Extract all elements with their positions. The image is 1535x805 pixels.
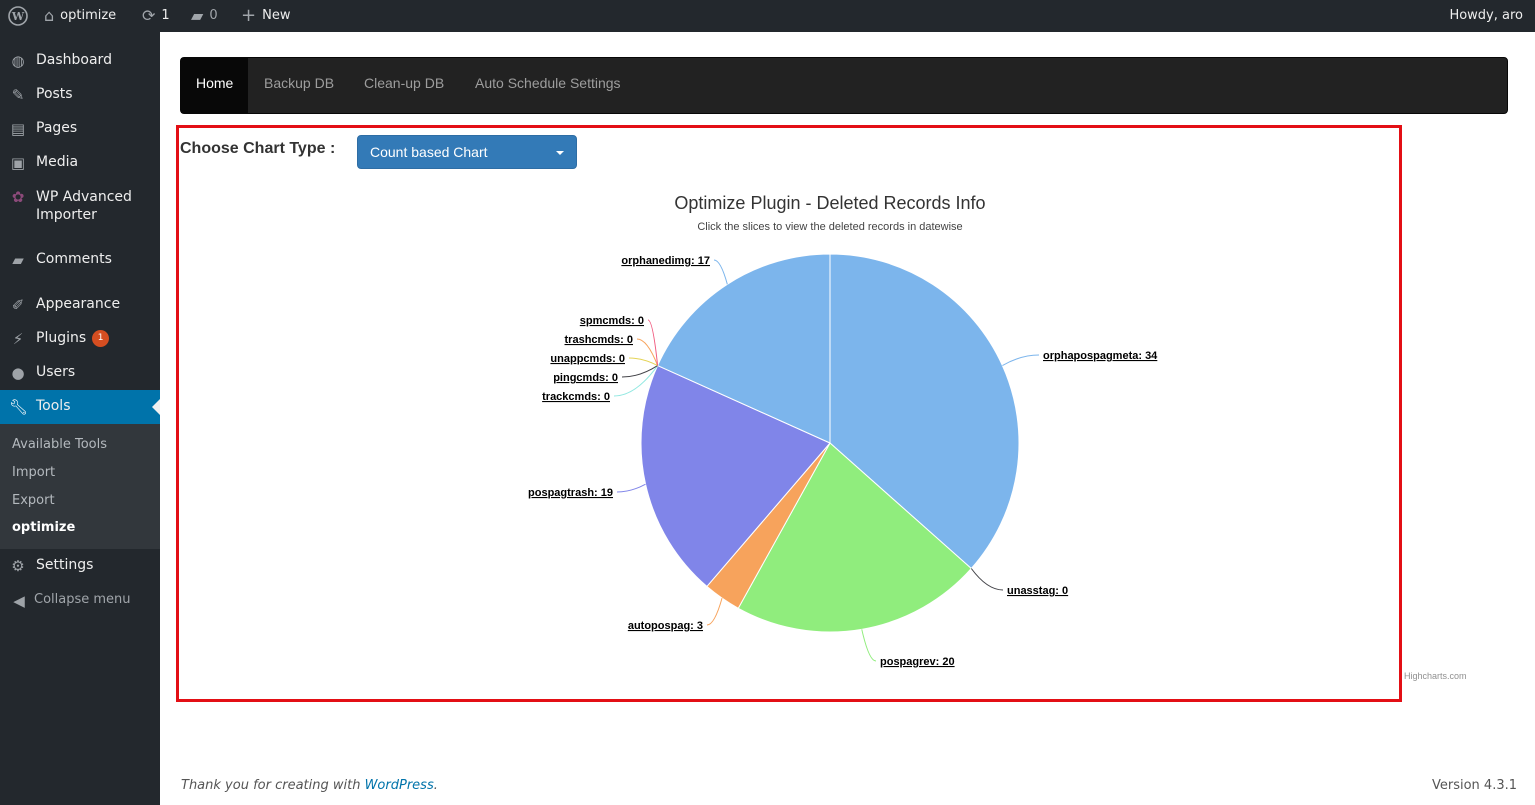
connector-orphapospagmeta: [1002, 354, 1040, 366]
data-label-unappcmds[interactable]: unappcmds: 0: [550, 353, 625, 365]
connector-pospagtrash: [616, 483, 646, 493]
chart-subtitle: Click the slices to view the deleted rec…: [697, 221, 962, 233]
data-label-trackcmds[interactable]: trackcmds: 0: [542, 391, 610, 403]
wordpress-link[interactable]: WordPress: [365, 778, 434, 793]
chart-title: Optimize Plugin - Deleted Records Info: [674, 193, 985, 213]
data-label-pospagrev[interactable]: pospagrev: 20: [880, 656, 955, 668]
data-label-unasstag[interactable]: unasstag: 0: [1007, 585, 1068, 597]
footer-version: Version 4.3.1: [1431, 778, 1517, 793]
footer-thanks-suffix: .: [433, 778, 438, 793]
footer-thanks: Thank you for creating with WordPress.: [181, 778, 438, 793]
data-label-pingcmds[interactable]: pingcmds: 0: [553, 372, 618, 384]
data-label-autopospag[interactable]: autopospag: 3: [628, 620, 703, 632]
footer-thanks-text: Thank you for creating with: [181, 778, 365, 793]
connector-unasstag: [970, 568, 1004, 591]
highcharts-credits[interactable]: Highcharts.com: [1404, 671, 1467, 681]
data-label-orphanedimg[interactable]: orphanedimg: 17: [621, 255, 710, 267]
connector-unappcmds: [628, 357, 658, 366]
data-label-pospagtrash[interactable]: pospagtrash: 19: [528, 487, 613, 499]
pie-chart: Optimize Plugin - Deleted Records Info C…: [528, 193, 1467, 681]
connector-orphanedimg: [713, 259, 728, 285]
data-label-orphapospagmeta[interactable]: orphapospagmeta: 34: [1043, 350, 1158, 362]
connector-pingcmds: [621, 365, 658, 378]
data-label-trashcmds[interactable]: trashcmds: 0: [565, 334, 633, 346]
connector-spmcmds: [647, 319, 659, 366]
data-label-spmcmds[interactable]: spmcmds: 0: [580, 315, 644, 327]
connector-pospagrev: [861, 629, 877, 662]
connector-autopospag: [706, 597, 723, 626]
